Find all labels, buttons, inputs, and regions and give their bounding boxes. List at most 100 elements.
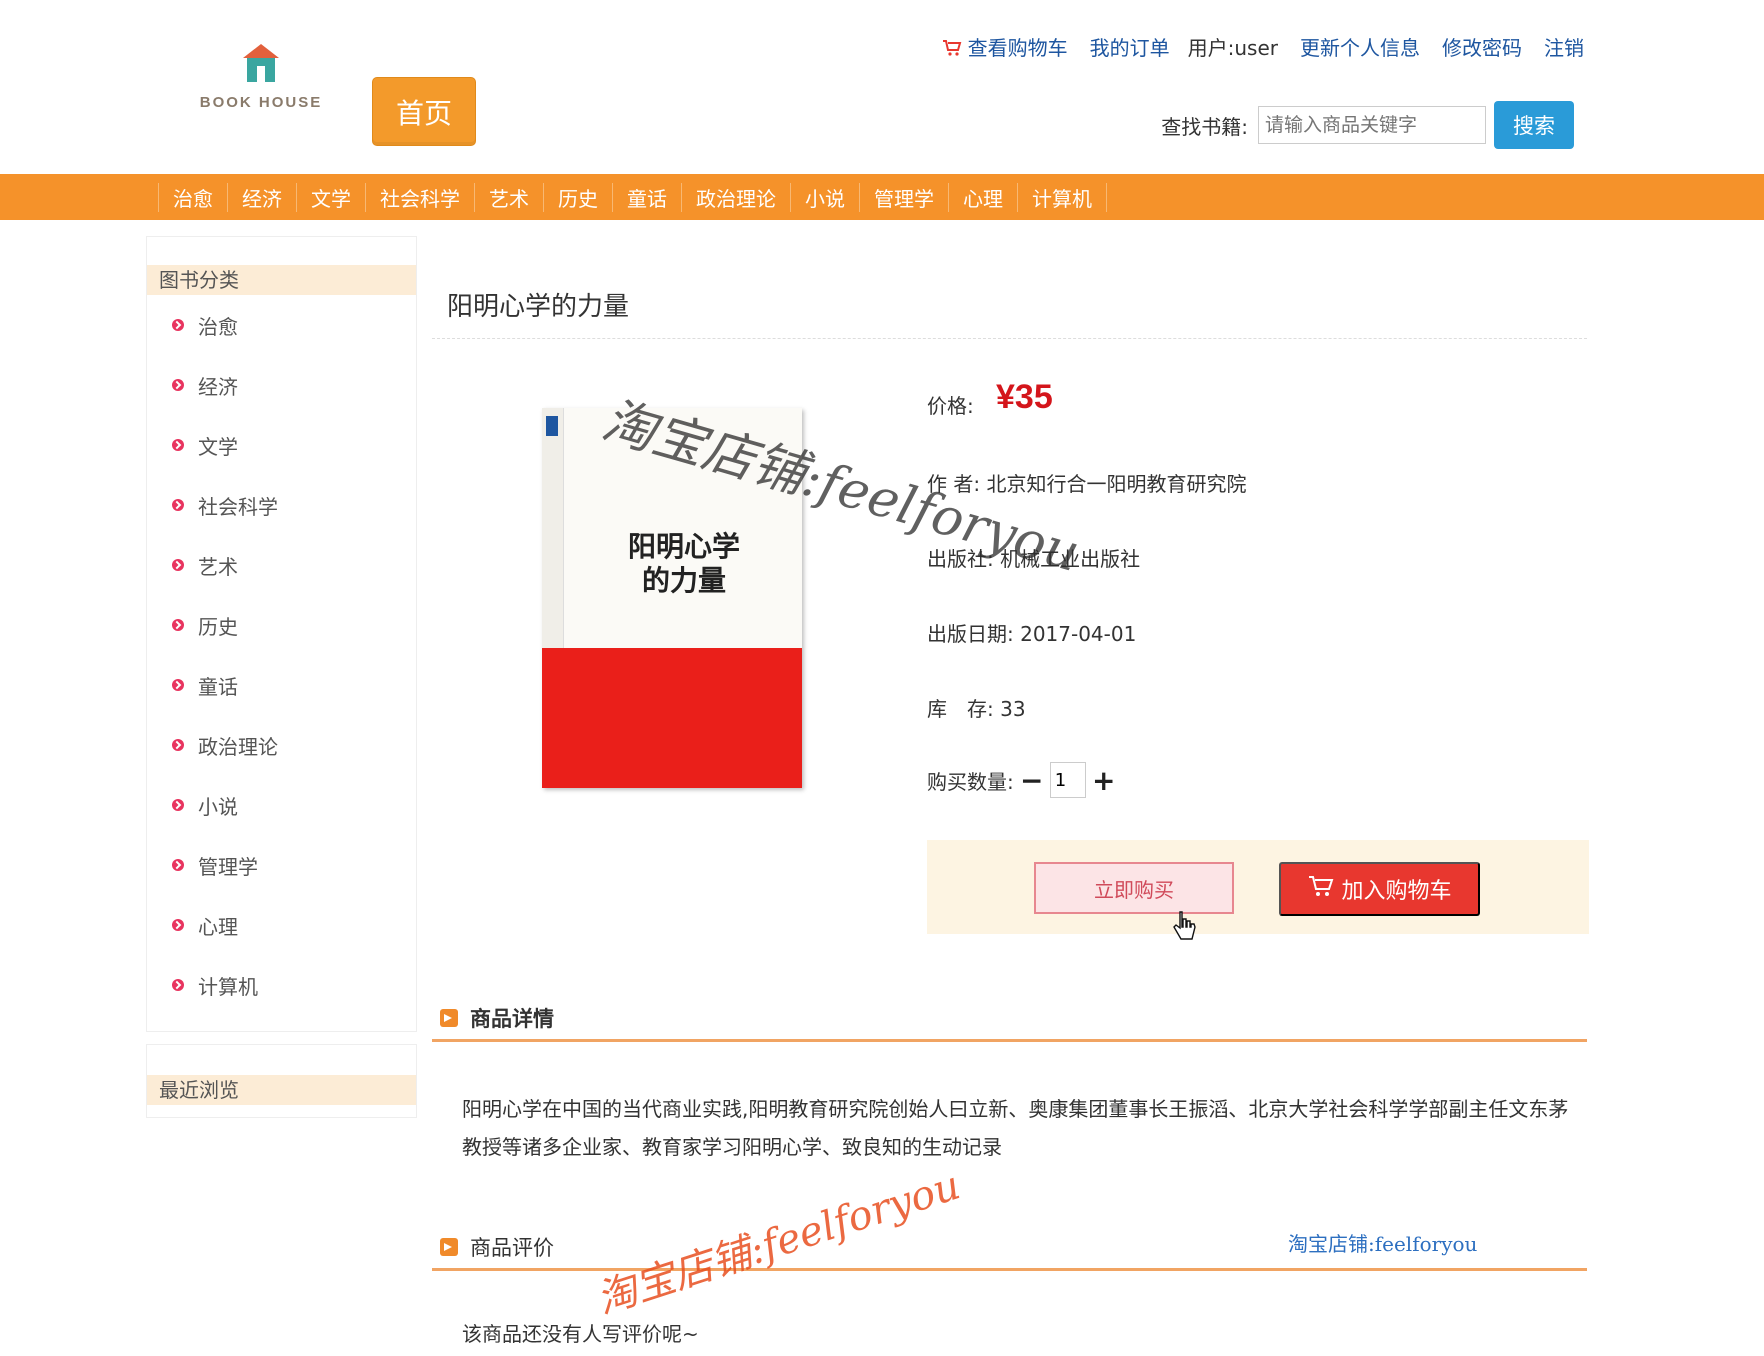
publisher-mark-icon xyxy=(546,416,558,436)
nav-item[interactable]: 社会科学 xyxy=(365,182,474,212)
search-input[interactable] xyxy=(1258,106,1486,144)
cover-title-line: 阳明心学 xyxy=(627,530,740,563)
nav-item[interactable]: 历史 xyxy=(543,182,612,212)
sidebar-item[interactable]: 治愈 xyxy=(147,295,416,355)
bullet-arrow-icon xyxy=(172,739,184,751)
bullet-arrow-icon xyxy=(172,799,184,811)
product-description: 阳明心学在中国的当代商业实践,阳明教育研究院创始人曰立新、奥康集团董事长王振滔、… xyxy=(462,1097,1569,1159)
mouse-pointer-icon xyxy=(1173,911,1196,940)
sidebar-item-label: 管理学 xyxy=(198,854,258,879)
sidebar-item[interactable]: 社会科学 xyxy=(147,475,416,535)
category-sidebar: 图书分类 治愈 经济 文学 社会科学 艺术 历史 童话 政治理论 小说 管理学 … xyxy=(146,236,417,1032)
quantity-input[interactable] xyxy=(1049,762,1086,798)
purchase-panel: 立即购买 加入购物车 xyxy=(927,840,1589,934)
bullet-arrow-icon xyxy=(172,979,184,991)
logout-link[interactable]: 注销 xyxy=(1544,32,1584,61)
sidebar-item-label: 政治理论 xyxy=(198,734,278,759)
sidebar-item-label: 治愈 xyxy=(198,314,238,339)
nav-item[interactable]: 治愈 xyxy=(158,182,227,212)
sidebar-item[interactable]: 经济 xyxy=(147,355,416,415)
bullet-arrow-icon xyxy=(172,499,184,511)
no-review-text: 该商品还没有人写评价呢~ xyxy=(462,1322,699,1346)
update-profile-link[interactable]: 更新个人信息 xyxy=(1300,32,1420,61)
quantity-label: 购买数量: xyxy=(927,769,1014,794)
sidebar-item[interactable]: 管理学 xyxy=(147,835,416,895)
nav-item[interactable]: 管理学 xyxy=(859,182,948,212)
review-heading: 商品评价 xyxy=(440,1232,554,1262)
sidebar-item[interactable]: 计算机 xyxy=(147,955,416,1015)
sidebar-item-label: 经济 xyxy=(198,374,238,399)
site-logo[interactable]: BOOK HOUSE xyxy=(196,42,326,122)
change-password-link[interactable]: 修改密码 xyxy=(1442,32,1522,61)
view-cart-link[interactable]: 查看购物车 xyxy=(942,32,1068,62)
bullet-arrow-icon xyxy=(172,679,184,691)
nav-item[interactable]: 艺术 xyxy=(474,182,543,212)
bullet-arrow-icon xyxy=(172,439,184,451)
search-label: 查找书籍: xyxy=(1161,114,1248,139)
watermark: 淘宝店铺:feelforyou xyxy=(591,1162,966,1324)
search-button[interactable]: 搜索 xyxy=(1494,101,1574,149)
nav-item[interactable]: 政治理论 xyxy=(681,182,790,212)
cover-red-band xyxy=(542,648,802,788)
cart-icon xyxy=(1307,874,1335,904)
minus-icon[interactable]: − xyxy=(1020,764,1044,797)
sidebar-item[interactable]: 心理 xyxy=(147,895,416,955)
nav-item[interactable]: 心理 xyxy=(948,182,1017,212)
nav-item[interactable]: 计算机 xyxy=(1017,182,1107,212)
watermark: 淘宝店铺:feelforyou xyxy=(1288,1232,1478,1256)
nav-item[interactable]: 经济 xyxy=(227,182,296,212)
house-logo-icon xyxy=(241,42,281,84)
sidebar-item[interactable]: 小说 xyxy=(147,775,416,835)
price-label: 价格: xyxy=(927,394,974,418)
bullet-arrow-icon xyxy=(172,379,184,391)
search-bar: 查找书籍: 搜索 xyxy=(1161,101,1574,149)
view-cart-label: 查看购物车 xyxy=(967,36,1068,60)
bullet-arrow-icon xyxy=(172,919,184,931)
sidebar-title: 图书分类 xyxy=(147,265,416,295)
stock-line: 库 存: 33 xyxy=(927,697,1026,721)
sidebar-item-label: 计算机 xyxy=(198,974,258,999)
divider xyxy=(432,1039,1587,1042)
price-value: ¥35 xyxy=(996,378,1053,416)
cover-title-line: 的力量 xyxy=(641,564,726,597)
sidebar-item[interactable]: 艺术 xyxy=(147,535,416,595)
logo-text: BOOK HOUSE xyxy=(199,94,323,111)
sidebar-item-label: 小说 xyxy=(198,794,238,819)
user-label: 用户:user xyxy=(1187,36,1278,61)
sidebar-item[interactable]: 童话 xyxy=(147,655,416,715)
sidebar-item[interactable]: 文学 xyxy=(147,415,416,475)
plus-icon[interactable]: + xyxy=(1092,764,1116,797)
bullet-arrow-icon xyxy=(172,319,184,331)
section-arrow-icon xyxy=(440,1009,458,1027)
detail-heading-text: 商品详情 xyxy=(470,1007,554,1031)
bullet-arrow-icon xyxy=(172,619,184,631)
my-orders-link[interactable]: 我的订单 xyxy=(1090,32,1170,61)
sidebar-item-label: 心理 xyxy=(198,914,238,939)
cover-title: 阳明心学 的力量 xyxy=(614,530,754,598)
sidebar-item-label: 童话 xyxy=(198,674,238,699)
sidebar-item-label: 社会科学 xyxy=(198,494,278,519)
sidebar-item[interactable]: 历史 xyxy=(147,595,416,655)
recent-title: 最近浏览 xyxy=(147,1075,416,1105)
product-title: 阳明心学的力量 xyxy=(447,292,630,322)
category-navbar: 治愈 经济 文学 社会科学 艺术 历史 童话 政治理论 小说 管理学 心理 计算… xyxy=(0,174,1764,220)
cart-icon xyxy=(942,38,962,62)
sidebar-item-label: 历史 xyxy=(198,614,238,639)
nav-item[interactable]: 文学 xyxy=(296,182,365,212)
nav-item[interactable]: 小说 xyxy=(790,182,859,212)
quantity-stepper: 购买数量: − + xyxy=(927,762,1122,798)
add-to-cart-label: 加入购物车 xyxy=(1341,879,1452,904)
sidebar-list: 治愈 经济 文学 社会科学 艺术 历史 童话 政治理论 小说 管理学 心理 计算… xyxy=(147,295,416,1015)
divider xyxy=(432,338,1587,339)
buy-now-button[interactable]: 立即购买 xyxy=(1034,862,1234,914)
detail-heading: 商品详情 xyxy=(440,1003,554,1033)
review-heading-text: 商品评价 xyxy=(470,1236,554,1260)
home-button[interactable]: 首页 xyxy=(372,77,476,146)
sidebar-item[interactable]: 政治理论 xyxy=(147,715,416,775)
pub-date-line: 出版日期: 2017-04-01 xyxy=(927,622,1137,646)
sidebar-item-label: 文学 xyxy=(198,434,238,459)
nav-item[interactable]: 童话 xyxy=(612,182,681,212)
sidebar-item-label: 艺术 xyxy=(198,554,238,579)
section-arrow-icon xyxy=(440,1238,458,1256)
add-to-cart-button[interactable]: 加入购物车 xyxy=(1279,862,1480,916)
